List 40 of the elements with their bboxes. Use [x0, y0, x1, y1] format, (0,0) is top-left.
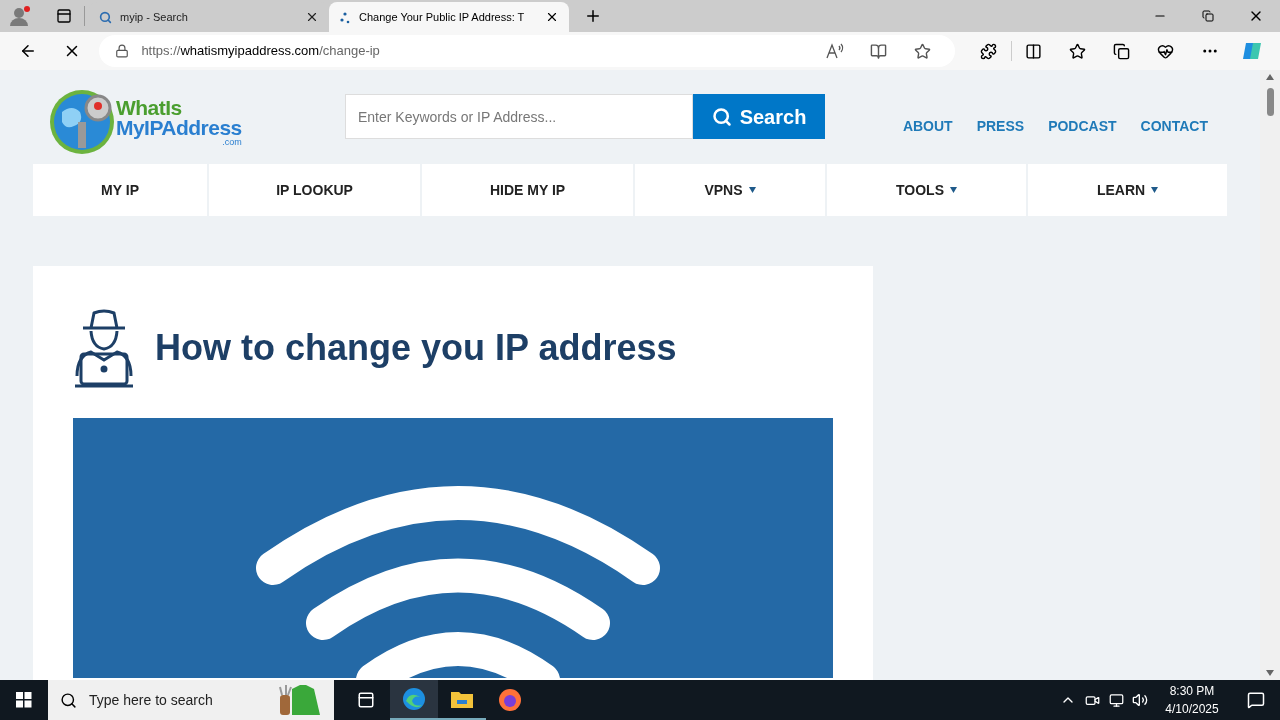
golf-bag-jacket-drawing [278, 683, 322, 717]
search-icon [60, 691, 77, 709]
nav-item[interactable]: TOOLS [827, 164, 1026, 216]
close-icon[interactable] [545, 10, 559, 24]
nav-item[interactable]: LEARN [1028, 164, 1227, 216]
nav-item[interactable]: IP LOOKUP [209, 164, 421, 216]
scroll-up-icon[interactable] [1266, 74, 1274, 80]
dropdown-caret-icon [748, 187, 756, 193]
nav-item[interactable]: HIDE MY IP [422, 164, 633, 216]
search-icon [711, 106, 732, 127]
scrollbar-thumb[interactable] [1266, 88, 1274, 116]
edge-taskbar-icon[interactable] [390, 680, 438, 720]
address-bar[interactable]: https://whatismyipaddress.com/change-ip [99, 35, 955, 67]
clock-time: 8:30 PM [1169, 683, 1215, 700]
clock-date: 4/10/2025 [1165, 701, 1219, 718]
nav-item[interactable]: MY IP [33, 164, 208, 216]
top-nav-link[interactable]: ABOUT [902, 116, 953, 137]
search-field[interactable]: Enter Keywords or IP Address... [345, 94, 693, 139]
search-icon [99, 10, 112, 24]
nav-item[interactable]: VPNS [634, 164, 825, 216]
top-nav-link[interactable]: PRESS [976, 116, 1025, 137]
tab-title: myip - Search [120, 9, 189, 25]
article-heading: How to change you IP address [155, 326, 677, 370]
scroll-down-icon[interactable] [1266, 670, 1274, 676]
dropdown-caret-icon [950, 187, 957, 193]
scrollbar[interactable] [1260, 70, 1280, 680]
loading-spinner-icon [339, 10, 351, 24]
logo-text: WhatIs [116, 97, 183, 118]
dropdown-caret-icon [1151, 187, 1159, 193]
search-placeholder: Type here to search [89, 690, 214, 710]
top-nav-link[interactable]: PODCAST [1048, 116, 1117, 137]
taskbar-search-field[interactable]: Type here to search [48, 680, 334, 720]
url-text: https://whatismyipaddress.com/change-ip [141, 42, 381, 61]
search-button[interactable]: Search [693, 94, 825, 139]
close-icon[interactable] [305, 10, 319, 24]
top-nav-link[interactable]: CONTACT [1140, 116, 1208, 137]
lock-icon [115, 44, 130, 58]
tab-title: Change Your Public IP Address: T [359, 9, 526, 25]
browser-tab[interactable]: Change Your Public IP Address: T [329, 2, 569, 32]
logo-domain: .com [222, 137, 242, 147]
